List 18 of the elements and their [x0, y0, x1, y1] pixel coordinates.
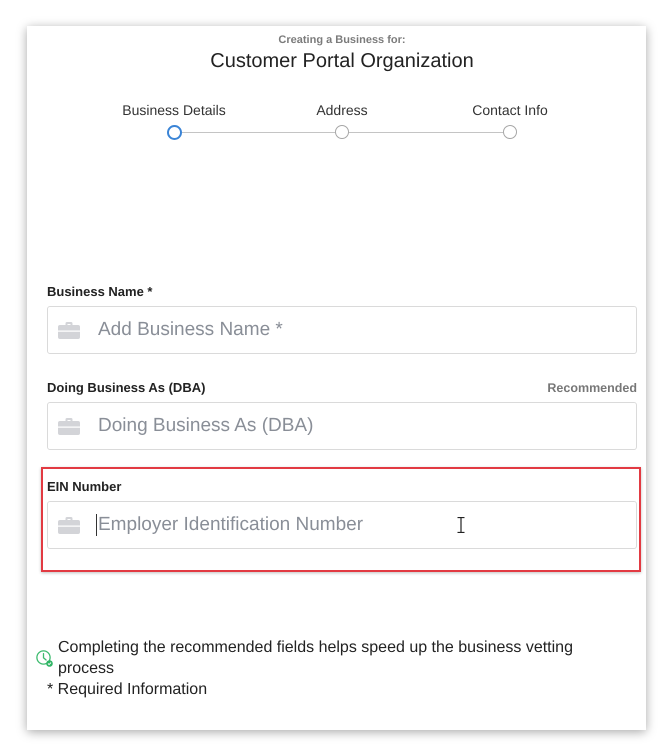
input-field[interactable]: Doing Business As (DBA) — [47, 402, 637, 450]
field-label: Business Name * — [47, 284, 152, 300]
step-label: Address — [316, 102, 368, 118]
input-field[interactable]: Employer Identification Number — [47, 501, 637, 549]
briefcase-icon — [58, 517, 80, 534]
recommended-hint: Recommended — [547, 380, 637, 396]
field-label: Doing Business As (DBA) — [47, 380, 206, 396]
field-label: EIN Number — [47, 479, 122, 495]
recommendation-note: Completing the recommended fields helps speed up the business vetting process — [58, 638, 574, 679]
step-label: Contact Info — [472, 102, 548, 118]
input-field[interactable]: Add Business Name * — [47, 306, 637, 354]
briefcase-icon — [58, 322, 80, 339]
form-subtitle: Creating a Business for: — [278, 33, 406, 47]
clock-check-icon — [36, 650, 53, 666]
organization-title: Customer Portal Organization — [210, 49, 474, 73]
briefcase-icon — [58, 418, 80, 435]
required-note: * Required Information — [47, 680, 208, 700]
step-label: Business Details — [122, 102, 226, 118]
